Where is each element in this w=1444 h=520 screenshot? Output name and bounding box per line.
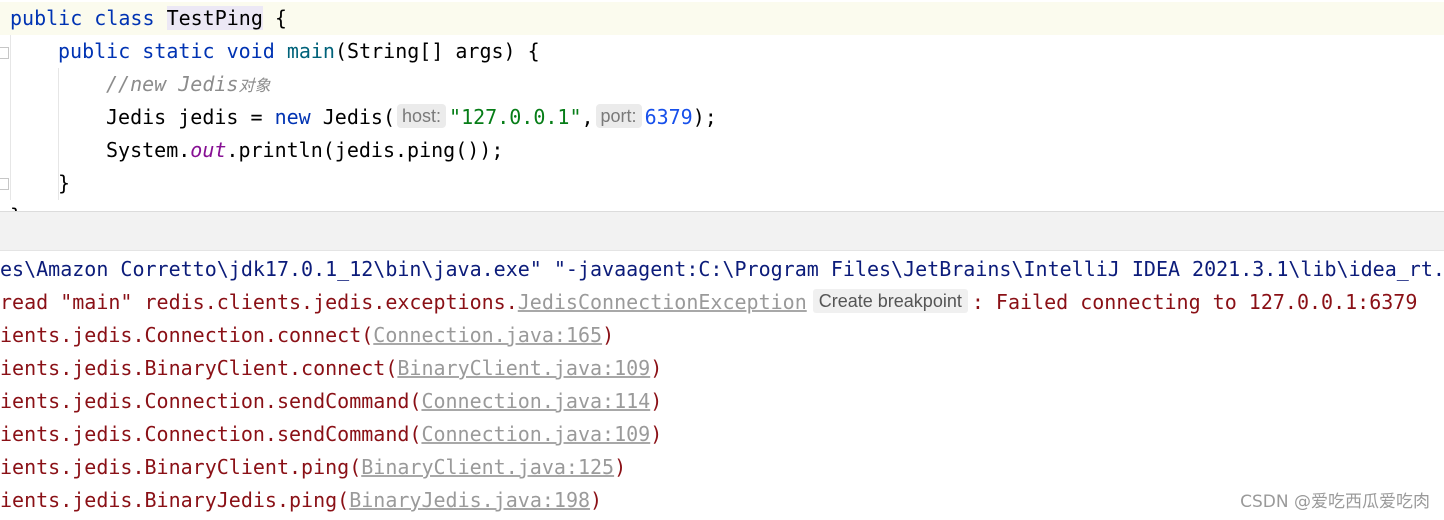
parameter-hint-host: host:: [397, 104, 447, 128]
stack-method: ients.jedis.BinaryClient.connect(: [0, 356, 398, 380]
run-console[interactable]: es\Amazon Corretto\jdk17.0.1_12\bin\java…: [0, 252, 1444, 520]
comment-text-cjk: 对象: [238, 76, 271, 95]
stack-method: ients.jedis.Connection.sendCommand(: [0, 389, 422, 413]
stack-end: ): [650, 356, 663, 380]
code-line-comment[interactable]: //new Jedis对象: [0, 68, 270, 101]
stack-trace-line: ients.jedis.Connection.sendCommand(Conne…: [0, 418, 662, 451]
code-line-class-close[interactable]: }: [0, 200, 22, 211]
console-command-line: es\Amazon Corretto\jdk17.0.1_12\bin\java…: [0, 257, 1444, 281]
watermark: CSDN @爱吃西瓜爱吃肉: [1240, 492, 1430, 512]
class-name: TestPing: [166, 6, 263, 30]
create-breakpoint-button[interactable]: Create breakpoint: [812, 289, 968, 313]
keyword-public: public: [10, 6, 83, 30]
stack-end: ): [614, 455, 627, 479]
constructor-call: Jedis(: [310, 105, 395, 129]
code-line-main-method[interactable]: public static void main(String[] args) {: [0, 35, 540, 68]
stack-method: ients.jedis.BinaryJedis.ping(: [0, 488, 350, 512]
keyword-public: public: [58, 39, 131, 63]
keyword-class: class: [94, 6, 155, 30]
number-literal-port: 6379: [644, 105, 693, 129]
stack-trace-line: ients.jedis.Connection.connect(Connectio…: [0, 319, 614, 352]
system-class: System.: [106, 138, 191, 162]
exception-prefix: read "main" redis.clients.jedis.exceptio…: [0, 290, 518, 314]
variable-declaration: Jedis jedis =: [106, 105, 275, 129]
console-exception-line: read "main" redis.clients.jedis.exceptio…: [0, 286, 1417, 319]
close-brace: }: [10, 204, 22, 211]
exception-message: : Failed connecting to 127.0.0.1:6379: [971, 290, 1418, 314]
exception-class-link[interactable]: JedisConnectionException: [518, 290, 807, 314]
keyword-void: void: [226, 39, 275, 63]
open-brace: {: [262, 6, 287, 30]
comment-text: //new Jedis: [106, 72, 239, 96]
stack-end: ): [602, 323, 615, 347]
stack-end: ): [650, 422, 663, 446]
code-editor[interactable]: public class TestPing { public static vo…: [0, 0, 1444, 211]
stack-end: ): [650, 389, 663, 413]
keyword-new: new: [274, 105, 311, 129]
code-line-jedis-instantiation[interactable]: Jedis jedis = new Jedis(host: "127.0.0.1"…: [0, 101, 717, 134]
method-params: (String[] args) {: [334, 39, 540, 63]
source-location-link[interactable]: BinaryClient.java:109: [397, 356, 650, 380]
source-location-link[interactable]: BinaryJedis.java:198: [349, 488, 590, 512]
code-line-method-close[interactable]: }: [0, 167, 70, 200]
panel-splitter[interactable]: [0, 211, 1444, 251]
stack-method: ients.jedis.Connection.connect(: [0, 323, 374, 347]
source-location-link[interactable]: Connection.java:114: [421, 389, 650, 413]
stack-trace-line: ients.jedis.BinaryClient.connect(BinaryC…: [0, 352, 662, 385]
method-name: main: [286, 39, 335, 63]
stack-trace-line: ients.jedis.BinaryJedis.ping(BinaryJedis…: [0, 484, 602, 517]
stack-trace-line: ients.jedis.BinaryClient.ping(BinaryClie…: [0, 451, 626, 484]
static-field-out: out: [190, 138, 227, 162]
string-literal-host: "127.0.0.1": [449, 105, 582, 129]
stack-trace-line: ients.jedis.Connection.sendCommand(Conne…: [0, 385, 662, 418]
source-location-link[interactable]: BinaryClient.java:125: [361, 455, 614, 479]
comma: ,: [581, 105, 594, 129]
keyword-static: static: [142, 39, 215, 63]
stack-method: ients.jedis.BinaryClient.ping(: [0, 455, 362, 479]
source-location-link[interactable]: Connection.java:109: [421, 422, 650, 446]
close-brace: }: [58, 171, 71, 195]
parameter-hint-port: port:: [595, 104, 642, 128]
code-line-println[interactable]: System.out.println(jedis.ping());: [0, 134, 503, 167]
stack-end: ): [590, 488, 603, 512]
source-location-link[interactable]: Connection.java:165: [373, 323, 602, 347]
stack-method: ients.jedis.Connection.sendCommand(: [0, 422, 422, 446]
println-call: .println(jedis.ping());: [226, 138, 504, 162]
code-line-class-declaration[interactable]: public class TestPing {: [0, 2, 1444, 35]
statement-end: );: [692, 105, 717, 129]
